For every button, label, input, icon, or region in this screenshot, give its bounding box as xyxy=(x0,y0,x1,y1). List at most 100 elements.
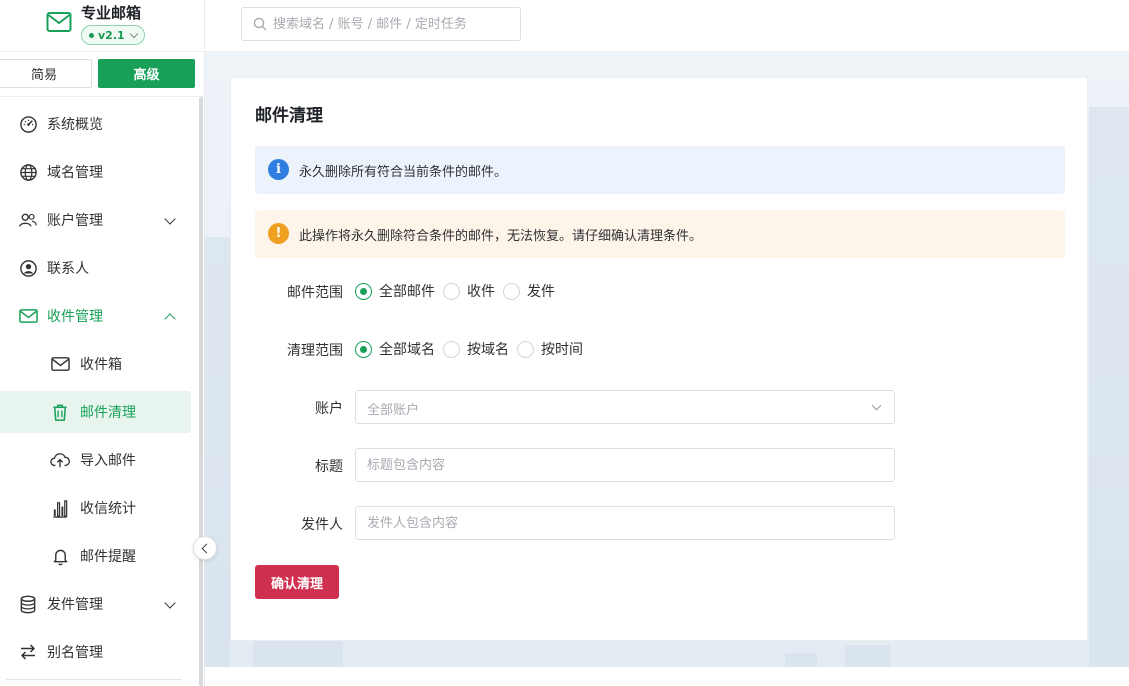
radio-label: 全部域名 xyxy=(379,342,435,358)
clean-scope-row: 清理范围 全部域名 按域名 按时间 xyxy=(255,332,1065,366)
sidebar-item-overview[interactable]: 系统概览 xyxy=(0,103,191,145)
sidebar-item-label: 别名管理 xyxy=(47,645,103,661)
sidebar-item-label: 收件箱 xyxy=(80,357,122,373)
mode-advanced-button[interactable]: 高级 xyxy=(98,59,195,88)
account-select[interactable]: 全部账户 xyxy=(355,390,895,424)
search-box[interactable] xyxy=(241,7,521,41)
background-building xyxy=(845,645,890,667)
page-title: 邮件清理 xyxy=(255,106,323,126)
sidebar-scrollbar[interactable] xyxy=(199,97,203,686)
sidebar-item-mail-alerts[interactable]: 邮件提醒 xyxy=(0,535,191,577)
contact-icon xyxy=(18,258,38,278)
trash-icon xyxy=(50,402,70,422)
radio-checked-icon xyxy=(355,340,372,358)
divider xyxy=(0,96,205,97)
mode-toggle: 简易 高级 xyxy=(0,59,205,89)
radio-unchecked-icon xyxy=(517,340,534,358)
chevron-left-icon xyxy=(201,543,212,553)
mail-scope-row: 邮件范围 全部邮件 收件 发件 xyxy=(255,274,1065,308)
chevron-down-icon xyxy=(164,213,176,225)
mail-cleanup-card: 邮件清理 i 永久删除所有符合当前条件的邮件。 ! 此操作将永久删除符合条件的邮… xyxy=(230,77,1088,641)
sidebar-item-label: 系统概览 xyxy=(47,117,103,133)
brand: 专业邮箱 v2.1 xyxy=(0,0,205,52)
sender-field[interactable] xyxy=(355,506,895,540)
mode-simple-button[interactable]: 简易 xyxy=(0,59,92,88)
sidebar-item-label: 邮件提醒 xyxy=(80,549,136,565)
mail-scope-label: 邮件范围 xyxy=(287,285,343,301)
subject-label: 标题 xyxy=(315,459,343,475)
sidebar-item-accounts[interactable]: 账户管理 xyxy=(0,199,191,241)
chevron-down-icon xyxy=(164,597,176,609)
collapse-sidebar-button[interactable] xyxy=(193,536,217,560)
radio-received[interactable]: 收件 xyxy=(443,281,495,301)
sidebar-item-label: 收件管理 xyxy=(47,309,103,325)
radio-by-domain[interactable]: 按域名 xyxy=(443,339,509,359)
inbox-icon xyxy=(50,354,70,374)
sidebar-item-outbox-management[interactable]: 发件管理 xyxy=(0,583,191,625)
background-building xyxy=(253,641,343,667)
sender-row: 发件人 xyxy=(255,506,1065,540)
account-select-placeholder: 全部账户 xyxy=(367,403,420,418)
globe-icon xyxy=(18,162,38,182)
subject-row: 标题 xyxy=(255,448,1065,482)
bar-chart-icon xyxy=(50,498,70,518)
chevron-down-icon xyxy=(129,29,138,38)
search-input[interactable] xyxy=(273,8,500,40)
sender-input[interactable] xyxy=(367,507,867,539)
radio-label: 按时间 xyxy=(541,342,583,358)
account-row: 账户 全部账户 xyxy=(255,390,1065,424)
radio-all-domains[interactable]: 全部域名 xyxy=(355,339,435,359)
radio-label: 按域名 xyxy=(467,342,509,358)
sidebar: 专业邮箱 v2.1 简易 高级 系统概览 域名管理 账户管理 联系人 收件管理 … xyxy=(0,0,205,686)
database-icon xyxy=(18,594,38,614)
sidebar-item-label: 发件管理 xyxy=(47,597,103,613)
chevron-down-icon xyxy=(871,400,882,411)
sidebar-item-inbox-management[interactable]: 收件管理 xyxy=(0,295,191,337)
version-badge[interactable]: v2.1 xyxy=(81,25,145,45)
info-alert: i 永久删除所有符合当前条件的邮件。 xyxy=(255,146,1065,194)
sidebar-item-contacts[interactable]: 联系人 xyxy=(0,247,191,289)
radio-by-time[interactable]: 按时间 xyxy=(517,339,583,359)
status-dot-icon xyxy=(89,32,94,38)
sidebar-item-inbox[interactable]: 收件箱 xyxy=(0,343,191,385)
radio-unchecked-icon xyxy=(443,340,460,358)
mail-logo-icon xyxy=(46,12,72,32)
confirm-cleanup-button[interactable]: 确认清理 xyxy=(255,565,339,599)
account-label: 账户 xyxy=(315,401,343,417)
mail-scope-radio-group: 全部邮件 收件 发件 xyxy=(355,279,563,303)
warning-icon: ! xyxy=(268,223,289,244)
brand-title: 专业邮箱 xyxy=(81,4,142,22)
sidebar-item-mail-cleanup[interactable]: 邮件清理 xyxy=(0,391,191,433)
background-building xyxy=(785,653,817,667)
users-icon xyxy=(18,210,38,230)
background-building xyxy=(205,237,230,667)
sidebar-item-label: 联系人 xyxy=(47,261,89,277)
background-building xyxy=(1089,107,1129,667)
swap-icon xyxy=(18,642,38,662)
radio-unchecked-icon xyxy=(503,282,520,300)
dashboard-icon xyxy=(18,114,38,134)
radio-all-mail[interactable]: 全部邮件 xyxy=(355,281,435,301)
sidebar-item-alias-management[interactable]: 别名管理 xyxy=(0,631,191,673)
sidebar-item-import-mail[interactable]: 导入邮件 xyxy=(0,439,191,481)
sidebar-item-stats[interactable]: 收信统计 xyxy=(0,487,191,529)
clean-scope-radio-group: 全部域名 按域名 按时间 xyxy=(355,337,591,361)
sidebar-item-label: 收信统计 xyxy=(80,501,136,517)
sidebar-item-domains[interactable]: 域名管理 xyxy=(0,151,191,193)
top-header xyxy=(205,0,1129,52)
radio-label: 发件 xyxy=(527,284,555,300)
warning-alert: ! 此操作将永久删除符合条件的邮件，无法恢复。请仔细确认清理条件。 xyxy=(255,210,1065,258)
subject-input[interactable] xyxy=(367,449,867,481)
radio-checked-icon xyxy=(355,282,372,300)
divider xyxy=(6,679,182,680)
sidebar-item-label: 邮件清理 xyxy=(80,405,136,421)
radio-sent[interactable]: 发件 xyxy=(503,281,555,301)
sidebar-item-label: 导入邮件 xyxy=(80,453,136,469)
radio-unchecked-icon xyxy=(443,282,460,300)
chevron-up-icon xyxy=(164,313,176,325)
warning-alert-text: 此操作将永久删除符合条件的邮件，无法恢复。请仔细确认清理条件。 xyxy=(299,228,703,244)
mail-icon xyxy=(18,306,38,326)
clean-scope-label: 清理范围 xyxy=(287,343,343,359)
subject-field[interactable] xyxy=(355,448,895,482)
sidebar-item-label: 账户管理 xyxy=(47,213,103,229)
